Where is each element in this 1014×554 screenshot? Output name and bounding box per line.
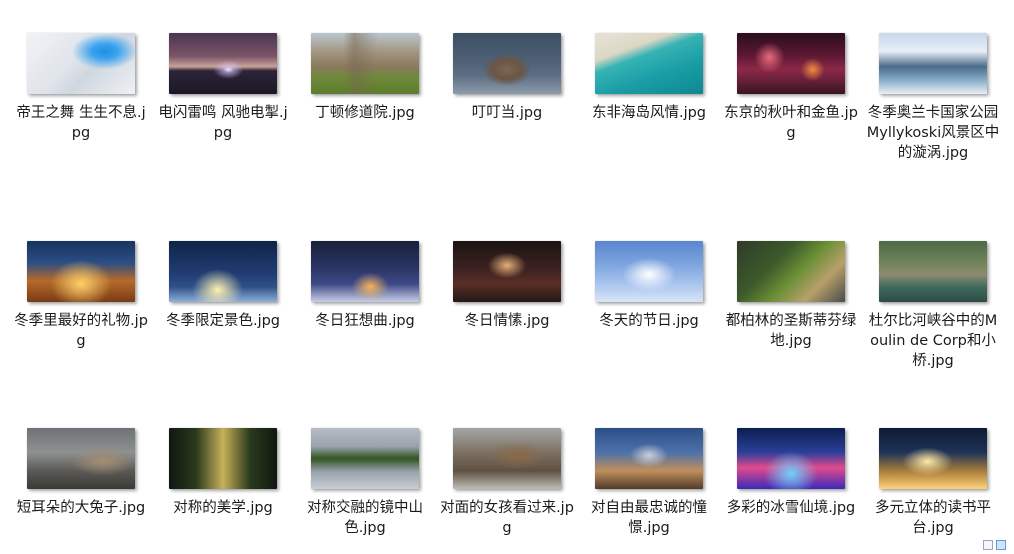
file-name-label[interactable]: 东京的秋叶和金鱼.jpg bbox=[720, 103, 862, 143]
file-grid: 帝王之舞 生生不息.jpg 电闪雷鸣 风驰电掣.jpg 丁顿修道院.jpg 叮叮当.j… bbox=[0, 0, 1014, 554]
file-thumbnail[interactable] bbox=[453, 241, 561, 302]
file-thumbnail[interactable] bbox=[169, 241, 277, 302]
file-name-label[interactable]: 冬季限定景色.jpg bbox=[152, 311, 294, 331]
file-name-label[interactable]: 冬季奥兰卡国家公园Myllykoski风景区中的漩涡.jpg bbox=[862, 103, 1004, 163]
details-view-button[interactable] bbox=[983, 540, 993, 550]
file-item[interactable]: 冬天的节日.jpg bbox=[578, 241, 720, 331]
file-name-label[interactable]: 多彩的冰雪仙境.jpg bbox=[720, 498, 862, 518]
file-item[interactable]: 多彩的冰雪仙境.jpg bbox=[720, 428, 862, 518]
view-switcher bbox=[983, 540, 1006, 550]
file-item[interactable]: 帝王之舞 生生不息.jpg bbox=[10, 33, 152, 143]
file-name-label[interactable]: 丁顿修道院.jpg bbox=[294, 103, 436, 123]
file-thumbnail[interactable] bbox=[169, 428, 277, 489]
file-thumbnail[interactable] bbox=[595, 428, 703, 489]
file-name-label[interactable]: 帝王之舞 生生不息.jpg bbox=[10, 103, 152, 143]
file-name-label[interactable]: 叮叮当.jpg bbox=[436, 103, 578, 123]
file-name-label[interactable]: 对称交融的镜中山色.jpg bbox=[294, 498, 436, 538]
file-thumbnail[interactable] bbox=[737, 428, 845, 489]
file-name-label[interactable]: 冬天的节日.jpg bbox=[578, 311, 720, 331]
file-item[interactable]: 冬季奥兰卡国家公园Myllykoski风景区中的漩涡.jpg bbox=[862, 33, 1004, 163]
file-name-label[interactable]: 东非海岛风情.jpg bbox=[578, 103, 720, 123]
file-thumbnail[interactable] bbox=[879, 33, 987, 94]
file-item[interactable]: 杜尔比河峡谷中的Moulin de Corp和小桥.jpg bbox=[862, 241, 1004, 371]
file-item[interactable]: 多元立体的读书平台.jpg bbox=[862, 428, 1004, 538]
file-item[interactable]: 东京的秋叶和金鱼.jpg bbox=[720, 33, 862, 143]
file-item[interactable]: 东非海岛风情.jpg bbox=[578, 33, 720, 123]
file-thumbnail[interactable] bbox=[737, 241, 845, 302]
file-thumbnail[interactable] bbox=[27, 33, 135, 94]
file-thumbnail[interactable] bbox=[27, 241, 135, 302]
file-item[interactable]: 对称交融的镜中山色.jpg bbox=[294, 428, 436, 538]
file-name-label[interactable]: 多元立体的读书平台.jpg bbox=[862, 498, 1004, 538]
file-thumbnail[interactable] bbox=[879, 428, 987, 489]
file-name-label[interactable]: 短耳朵的大兔子.jpg bbox=[10, 498, 152, 518]
file-item[interactable]: 冬季里最好的礼物.jpg bbox=[10, 241, 152, 351]
file-thumbnail[interactable] bbox=[169, 33, 277, 94]
file-item[interactable]: 对面的女孩看过来.jpg bbox=[436, 428, 578, 538]
file-name-label[interactable]: 冬日情愫.jpg bbox=[436, 311, 578, 331]
file-item[interactable]: 都柏林的圣斯蒂芬绿地.jpg bbox=[720, 241, 862, 351]
thumbnails-view-button[interactable] bbox=[996, 540, 1006, 550]
file-thumbnail[interactable] bbox=[879, 241, 987, 302]
file-thumbnail[interactable] bbox=[311, 428, 419, 489]
file-item[interactable]: 对称的美学.jpg bbox=[152, 428, 294, 518]
file-thumbnail[interactable] bbox=[311, 241, 419, 302]
file-item[interactable]: 冬日狂想曲.jpg bbox=[294, 241, 436, 331]
file-thumbnail[interactable] bbox=[453, 428, 561, 489]
file-thumbnail[interactable] bbox=[27, 428, 135, 489]
file-name-label[interactable]: 杜尔比河峡谷中的Moulin de Corp和小桥.jpg bbox=[862, 311, 1004, 371]
file-name-label[interactable]: 对自由最忠诚的憧憬.jpg bbox=[578, 498, 720, 538]
file-item[interactable]: 丁顿修道院.jpg bbox=[294, 33, 436, 123]
file-thumbnail[interactable] bbox=[311, 33, 419, 94]
file-name-label[interactable]: 电闪雷鸣 风驰电掣.jpg bbox=[152, 103, 294, 143]
file-thumbnail[interactable] bbox=[453, 33, 561, 94]
file-name-label[interactable]: 冬日狂想曲.jpg bbox=[294, 311, 436, 331]
file-item[interactable]: 短耳朵的大兔子.jpg bbox=[10, 428, 152, 518]
file-item[interactable]: 冬日情愫.jpg bbox=[436, 241, 578, 331]
file-name-label[interactable]: 冬季里最好的礼物.jpg bbox=[10, 311, 152, 351]
file-item[interactable]: 对自由最忠诚的憧憬.jpg bbox=[578, 428, 720, 538]
file-thumbnail[interactable] bbox=[595, 33, 703, 94]
file-thumbnail[interactable] bbox=[595, 241, 703, 302]
file-name-label[interactable]: 对称的美学.jpg bbox=[152, 498, 294, 518]
file-name-label[interactable]: 都柏林的圣斯蒂芬绿地.jpg bbox=[720, 311, 862, 351]
file-item[interactable]: 叮叮当.jpg bbox=[436, 33, 578, 123]
file-thumbnail[interactable] bbox=[737, 33, 845, 94]
file-item[interactable]: 冬季限定景色.jpg bbox=[152, 241, 294, 331]
file-name-label[interactable]: 对面的女孩看过来.jpg bbox=[436, 498, 578, 538]
file-item[interactable]: 电闪雷鸣 风驰电掣.jpg bbox=[152, 33, 294, 143]
